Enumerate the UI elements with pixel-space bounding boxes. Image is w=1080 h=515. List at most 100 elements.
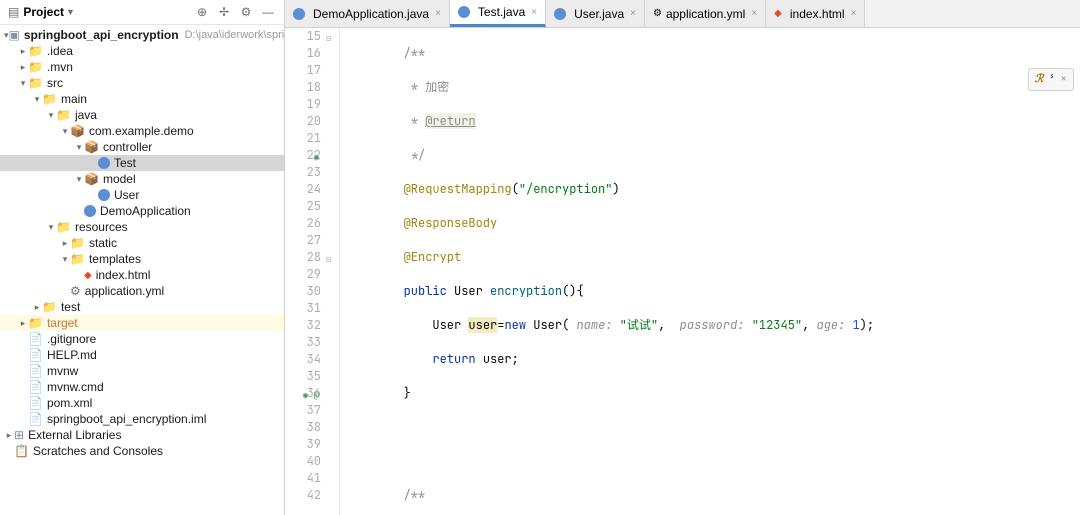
chevron-down-icon[interactable]: ▾: [46, 222, 56, 233]
tree-item-index-html[interactable]: ◆index.html: [0, 267, 284, 283]
chevron-down-icon[interactable]: ▼: [66, 7, 75, 17]
tree-item-app-yml[interactable]: ⚙application.yml: [0, 283, 284, 299]
tree-item-ext-lib[interactable]: ▸⊞External Libraries: [0, 427, 284, 443]
tree-item-target[interactable]: ▸📁target: [0, 315, 284, 331]
close-icon[interactable]: ×: [1060, 71, 1067, 88]
chevron-down-icon[interactable]: ▾: [18, 78, 28, 89]
tree-item-user-class[interactable]: User: [0, 187, 284, 203]
folder-icon: 📁: [70, 252, 85, 266]
tab-application-yml[interactable]: ⚙application.yml×: [645, 0, 766, 27]
chevron-down-icon[interactable]: ▾: [74, 142, 84, 153]
tree-item-gitignore[interactable]: 📄.gitignore: [0, 331, 284, 347]
class-icon: [84, 205, 96, 217]
line-number: 15: [307, 28, 321, 44]
line-number: 29: [307, 266, 321, 282]
line-number: 32: [307, 317, 321, 333]
reader-mode-badge[interactable]: ℛ⁵ ×: [1028, 68, 1074, 91]
close-icon[interactable]: ×: [435, 8, 441, 19]
tree-item-mvn[interactable]: ▸📁.mvn: [0, 59, 284, 75]
close-icon[interactable]: ×: [531, 7, 537, 18]
tree-item-mvnw[interactable]: 📄mvnw: [0, 363, 284, 379]
project-root[interactable]: ▾ ▣ springboot_api_encryption D:\java\id…: [0, 27, 284, 43]
folder-icon: 📁: [70, 236, 85, 250]
line-number: 39: [307, 436, 321, 452]
folder-icon: 📁: [28, 76, 43, 90]
line-number: 37: [307, 402, 321, 418]
tree-item-resources[interactable]: ▾📁resources: [0, 219, 284, 235]
chevron-right-icon[interactable]: ▸: [18, 62, 28, 73]
line-number: 27: [307, 232, 321, 248]
tree-item-static[interactable]: ▸📁static: [0, 235, 284, 251]
line-number: 19: [307, 96, 321, 112]
editor-body[interactable]: 15⊟ 16 17 18 19 20 21 22◉ 23 24 25 26 27…: [285, 28, 1080, 515]
chevron-down-icon[interactable]: ▾: [60, 254, 70, 265]
package-icon: 📦: [70, 124, 85, 138]
tab-user[interactable]: User.java ×: [546, 0, 645, 27]
resources-folder-icon: 📁: [56, 220, 71, 234]
locate-icon[interactable]: ⊕: [194, 4, 210, 20]
line-number: 20: [307, 113, 321, 129]
project-view-icon[interactable]: ▤: [8, 5, 19, 19]
line-number: 30: [307, 283, 321, 299]
project-tree: ▾ ▣ springboot_api_encryption D:\java\id…: [0, 25, 284, 461]
tree-item-src[interactable]: ▾📁src: [0, 75, 284, 91]
close-icon[interactable]: ×: [751, 8, 757, 19]
project-tool-window: ▤ Project ▼ ⊕ ✢ ⚙ — ▾ ▣ springboot_api_e…: [0, 0, 285, 515]
html-icon: ◆: [84, 270, 92, 281]
tree-item-mvnw-cmd[interactable]: 📄mvnw.cmd: [0, 379, 284, 395]
tree-item-help[interactable]: 📄HELP.md: [0, 347, 284, 363]
chevron-right-icon[interactable]: ▸: [4, 430, 14, 441]
tree-item-main[interactable]: ▾📁main: [0, 91, 284, 107]
tab-index-html[interactable]: ◆index.html×: [766, 0, 865, 27]
chevron-right-icon[interactable]: ▸: [18, 46, 28, 57]
chevron-right-icon[interactable]: ▸: [32, 302, 42, 313]
tree-item-controller[interactable]: ▾📦controller: [0, 139, 284, 155]
class-icon: [458, 6, 470, 18]
tree-item-test[interactable]: ▸📁test: [0, 299, 284, 315]
class-icon: [293, 8, 305, 20]
fold-icon[interactable]: ⊟: [326, 31, 331, 48]
tree-item-scratches[interactable]: 📋Scratches and Consoles: [0, 443, 284, 459]
tab-demo-application[interactable]: DemoApplication.java×: [285, 0, 450, 27]
hide-icon[interactable]: —: [260, 4, 276, 20]
module-icon: ▣: [9, 28, 20, 42]
gear-icon[interactable]: ⚙: [238, 4, 254, 20]
close-icon[interactable]: ×: [630, 8, 636, 19]
tree-item-demo[interactable]: ▾📦com.example.demo: [0, 123, 284, 139]
tab-label: Test.java: [478, 5, 525, 19]
tree-item-pom[interactable]: 📄pom.xml: [0, 395, 284, 411]
tree-item-demo-app[interactable]: DemoApplication: [0, 203, 284, 219]
chevron-right-icon[interactable]: ▸: [18, 318, 28, 329]
file-icon: 📄: [28, 364, 43, 378]
expand-icon[interactable]: ✢: [216, 4, 232, 20]
code-area[interactable]: /** * 加密 * @return */ @RequestMapping("/…: [340, 28, 1080, 515]
scratch-icon: 📋: [14, 444, 29, 458]
tab-test[interactable]: Test.java ×: [450, 0, 546, 27]
line-number: 42: [307, 487, 321, 503]
tree-item-idea[interactable]: ▸📁.idea: [0, 43, 284, 59]
tree-item-test-class[interactable]: Test: [0, 155, 284, 171]
gutter: 15⊟ 16 17 18 19 20 21 22◉ 23 24 25 26 27…: [285, 28, 340, 515]
line-number: 28: [307, 249, 321, 265]
panel-title[interactable]: Project: [23, 5, 64, 19]
chevron-right-icon[interactable]: ▸: [60, 238, 70, 249]
line-number: 18: [307, 79, 321, 95]
line-number: 24: [307, 181, 321, 197]
tree-item-iml[interactable]: 📄springboot_api_encryption.iml: [0, 411, 284, 427]
chevron-down-icon[interactable]: ▾: [46, 110, 56, 121]
tab-label: User.java: [574, 7, 624, 21]
chevron-down-icon[interactable]: ▾: [32, 94, 42, 105]
chevron-down-icon[interactable]: ▾: [74, 174, 84, 185]
chevron-down-icon[interactable]: ▾: [60, 126, 70, 137]
tree-item-java[interactable]: ▾📁java: [0, 107, 284, 123]
html-icon: ◆: [774, 8, 782, 19]
close-icon[interactable]: ×: [851, 8, 857, 19]
tree-item-model[interactable]: ▾📦model: [0, 171, 284, 187]
package-icon: 📦: [84, 140, 99, 154]
fold-icon[interactable]: ⊟: [326, 252, 331, 269]
line-number: 34: [307, 351, 321, 367]
tree-item-templates[interactable]: ▾📁templates: [0, 251, 284, 267]
reader-icon: ℛ: [1035, 71, 1044, 88]
line-number: 16: [307, 45, 321, 61]
line-number: 26: [307, 215, 321, 231]
